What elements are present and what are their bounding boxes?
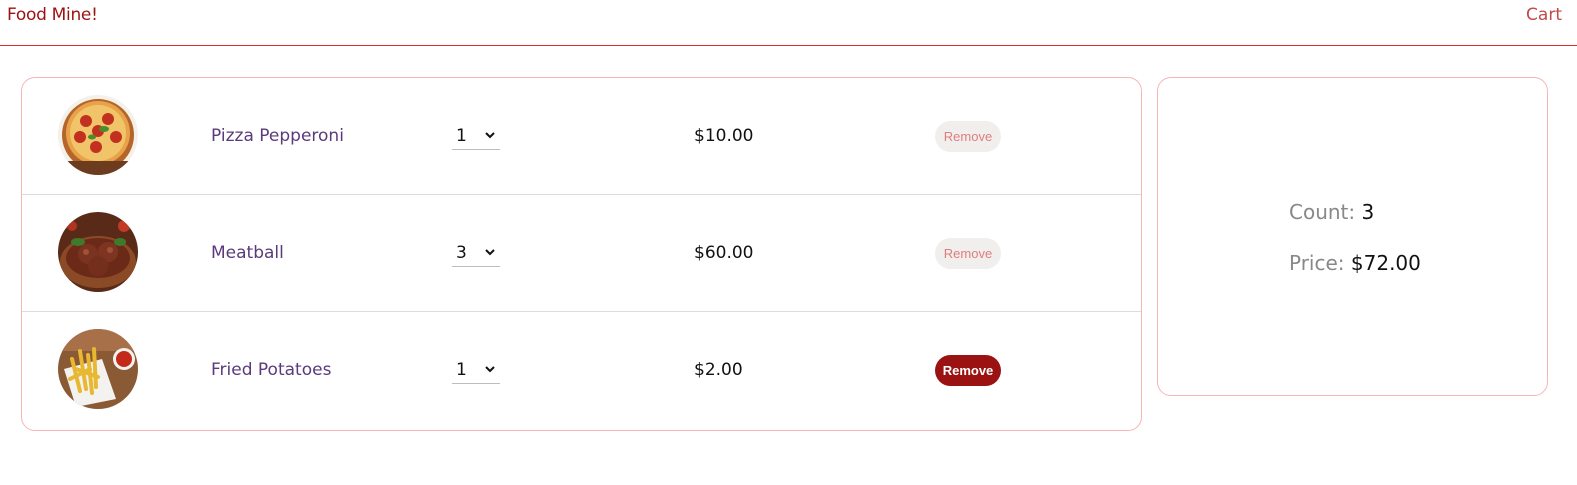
cart-item-row: Pizza Pepperoni 1 $10.00 Remove bbox=[22, 78, 1141, 195]
remove-button[interactable]: Remove bbox=[935, 238, 1001, 269]
header-bar: Food Mine! Cart bbox=[0, 0, 1577, 46]
cart-items-list: Pizza Pepperoni 1 $10.00 Remove Meatball… bbox=[21, 77, 1142, 431]
item-price: $10.00 bbox=[694, 126, 754, 146]
chevron-down-icon bbox=[485, 249, 495, 256]
quantity-select[interactable]: 1 bbox=[452, 358, 500, 384]
chevron-down-icon bbox=[485, 366, 495, 373]
item-name-link[interactable]: Fried Potatoes bbox=[211, 360, 331, 380]
quantity-select[interactable]: 3 bbox=[452, 241, 500, 267]
summary-price: Price: $72.00 bbox=[1289, 251, 1421, 275]
summary-count: Count: 3 bbox=[1289, 200, 1374, 224]
remove-button[interactable]: Remove bbox=[935, 355, 1001, 386]
item-price: $2.00 bbox=[694, 360, 743, 380]
quantity-value: 1 bbox=[456, 360, 467, 380]
item-price: $60.00 bbox=[694, 243, 754, 263]
meatball-image bbox=[58, 212, 138, 292]
fries-image bbox=[58, 329, 138, 409]
cart-item-row: Meatball 3 $60.00 Remove bbox=[22, 195, 1141, 312]
quantity-select[interactable]: 1 bbox=[452, 124, 500, 150]
brand-logo-link[interactable]: Food Mine! bbox=[7, 5, 98, 25]
pizza-image bbox=[58, 95, 138, 175]
remove-button[interactable]: Remove bbox=[935, 121, 1001, 152]
count-label: Count: bbox=[1289, 200, 1356, 224]
chevron-down-icon bbox=[485, 132, 495, 139]
cart-link[interactable]: Cart bbox=[1526, 5, 1562, 25]
count-value: 3 bbox=[1361, 200, 1375, 224]
item-name-link[interactable]: Pizza Pepperoni bbox=[211, 126, 344, 146]
cart-item-row: Fried Potatoes 1 $2.00 Remove bbox=[22, 312, 1141, 429]
quantity-value: 1 bbox=[456, 126, 467, 146]
price-value: $72.00 bbox=[1350, 251, 1421, 275]
item-name-link[interactable]: Meatball bbox=[211, 243, 284, 263]
quantity-value: 3 bbox=[456, 243, 467, 263]
price-label: Price: bbox=[1289, 251, 1345, 275]
cart-summary: Count: 3 Price: $72.00 bbox=[1157, 77, 1548, 396]
